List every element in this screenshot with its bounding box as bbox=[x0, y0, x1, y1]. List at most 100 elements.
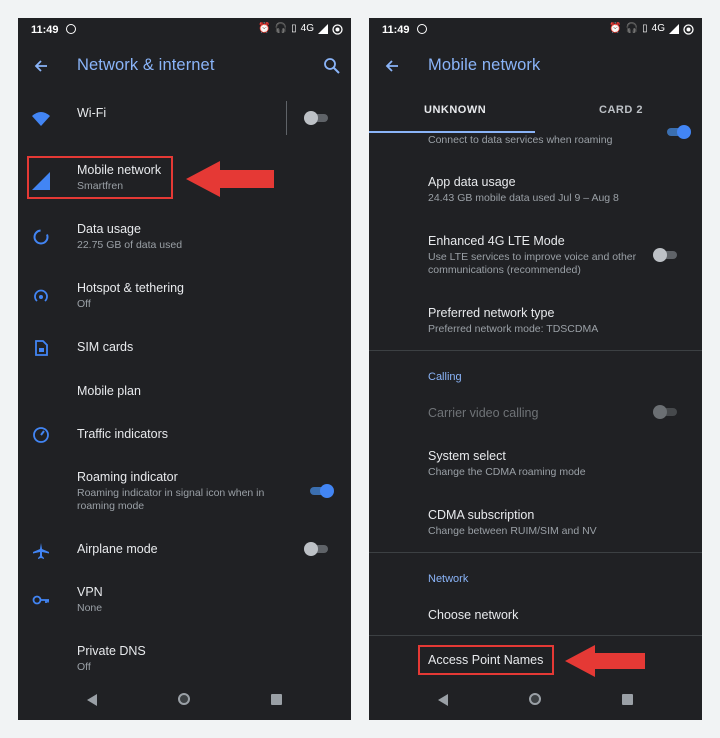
speedometer-icon bbox=[33, 427, 49, 443]
setting-title: VPN bbox=[77, 585, 103, 599]
alarm-icon: ⏰ bbox=[258, 23, 271, 34]
setting-subtitle: Off bbox=[77, 661, 91, 673]
status-bar: 11:49 ⏰ 🎧 ▯ 4G bbox=[369, 18, 702, 44]
setting-wifi[interactable]: Wi-Fi bbox=[18, 101, 351, 152]
sim-card-icon bbox=[35, 340, 48, 356]
setting-title: Hotspot & tethering bbox=[77, 281, 185, 295]
setting-hotspot[interactable]: Hotspot & tethering Off bbox=[18, 281, 351, 321]
setting-private-dns[interactable]: Private DNS Off bbox=[18, 644, 351, 684]
airplane-icon bbox=[33, 543, 49, 559]
setting-data-roaming[interactable]: Connect to data services when roaming bbox=[369, 125, 702, 152]
right-phone-screen: 11:49 ⏰ 🎧 ▯ 4G Mobile network UNKNOWN CA… bbox=[369, 18, 702, 720]
wifi-toggle[interactable] bbox=[304, 111, 330, 125]
page-title: Network & internet bbox=[77, 56, 215, 74]
section-header-calling: Calling bbox=[428, 371, 462, 383]
roaming-indicator-toggle[interactable] bbox=[308, 484, 334, 498]
setting-sim-cards[interactable]: SIM cards bbox=[18, 339, 351, 369]
nav-recents-icon[interactable] bbox=[622, 694, 633, 705]
nav-back-icon[interactable] bbox=[87, 694, 97, 706]
setting-subtitle: Change the CDMA roaming mode bbox=[428, 466, 586, 478]
status-icons: ⏰ 🎧 ▯ 4G bbox=[609, 23, 694, 35]
app-bar: Network & internet bbox=[18, 48, 351, 86]
setting-title: Carrier video calling bbox=[428, 406, 539, 420]
setting-title: App data usage bbox=[428, 175, 516, 189]
setting-subtitle: Connect to data services when roaming bbox=[428, 134, 613, 146]
status-time: 11:49 bbox=[31, 24, 59, 36]
setting-traffic-indicators[interactable]: Traffic indicators bbox=[18, 426, 351, 456]
annotation-arrow-icon bbox=[186, 161, 274, 197]
setting-title: Private DNS bbox=[77, 644, 146, 658]
enhanced-4g-lte-toggle[interactable] bbox=[653, 248, 679, 262]
left-phone-screen: 11:49 ⏰ 🎧 ▯ 4G Network & internet Wi-Fi bbox=[18, 18, 351, 720]
wifi-icon bbox=[32, 112, 50, 126]
vibrate-icon: ▯ bbox=[291, 23, 297, 34]
headset-icon: 🎧 bbox=[274, 23, 288, 34]
tab-unknown[interactable]: UNKNOWN bbox=[424, 104, 486, 116]
section-header-network: Network bbox=[428, 573, 469, 585]
nav-home-icon[interactable] bbox=[529, 693, 541, 705]
whatsapp-notification-icon bbox=[66, 24, 76, 34]
setting-title: Roaming indicator bbox=[77, 470, 178, 484]
setting-subtitle: Use LTE services to improve voice and ot… bbox=[428, 251, 637, 276]
setting-subtitle: 22.75 GB of data used bbox=[77, 239, 183, 251]
alarm-icon: ⏰ bbox=[609, 23, 622, 34]
setting-title: Choose network bbox=[428, 608, 519, 622]
setting-airplane-mode[interactable]: Airplane mode bbox=[18, 541, 351, 571]
whatsapp-notification-icon bbox=[417, 24, 427, 34]
sim-tabs: UNKNOWN CARD 2 bbox=[369, 98, 702, 134]
back-arrow-icon[interactable] bbox=[32, 57, 50, 75]
battery-icon bbox=[332, 23, 343, 35]
airplane-mode-toggle[interactable] bbox=[304, 542, 330, 556]
setting-subtitle: Preferred network mode: TDSCDMA bbox=[428, 323, 599, 335]
signal-icon bbox=[669, 24, 679, 34]
divider-line bbox=[286, 101, 287, 135]
setting-subtitle: None bbox=[77, 602, 103, 614]
setting-cdma-subscription[interactable]: CDMA subscription Change between RUIM/SI… bbox=[369, 508, 702, 544]
carrier-video-calling-toggle[interactable] bbox=[653, 405, 679, 419]
status-bar: 11:49 ⏰ 🎧 ▯ 4G bbox=[18, 18, 351, 44]
setting-app-data-usage[interactable]: App data usage 24.43 GB mobile data used… bbox=[369, 175, 702, 211]
status-time: 11:49 bbox=[382, 24, 410, 36]
setting-title: Wi-Fi bbox=[77, 106, 107, 120]
section-divider bbox=[369, 350, 702, 351]
nav-recents-icon[interactable] bbox=[271, 694, 282, 705]
app-bar: Mobile network bbox=[369, 48, 702, 86]
setting-carrier-video-calling[interactable]: Carrier video calling bbox=[369, 405, 702, 431]
network-type-label: 4G bbox=[651, 23, 665, 34]
setting-vpn[interactable]: VPN None bbox=[18, 585, 351, 625]
setting-title: Data usage bbox=[77, 222, 141, 236]
setting-preferred-network-type[interactable]: Preferred network type Preferred network… bbox=[369, 306, 702, 342]
setting-title: Mobile plan bbox=[77, 384, 141, 398]
nav-back-icon[interactable] bbox=[438, 694, 448, 706]
setting-subtitle: 24.43 GB mobile data used Jul 9 – Aug 8 bbox=[428, 192, 619, 204]
search-icon[interactable] bbox=[323, 57, 341, 75]
back-arrow-icon[interactable] bbox=[383, 57, 401, 75]
setting-subtitle: Change between RUIM/SIM and NV bbox=[428, 525, 597, 537]
highlight-box bbox=[27, 156, 173, 199]
data-roaming-toggle[interactable] bbox=[665, 125, 691, 139]
page-title: Mobile network bbox=[428, 56, 541, 74]
setting-subtitle: Roaming indicator in signal icon when in… bbox=[77, 487, 265, 512]
data-usage-icon bbox=[33, 229, 49, 245]
setting-choose-network[interactable]: Choose network bbox=[369, 608, 702, 634]
vpn-key-icon bbox=[32, 595, 49, 605]
setting-data-usage[interactable]: Data usage 22.75 GB of data used bbox=[18, 222, 351, 262]
setting-system-select[interactable]: System select Change the CDMA roaming mo… bbox=[369, 449, 702, 485]
setting-roaming-indicator[interactable]: Roaming indicator Roaming indicator in s… bbox=[18, 470, 351, 520]
nav-home-icon[interactable] bbox=[178, 693, 190, 705]
status-icons: ⏰ 🎧 ▯ 4G bbox=[258, 23, 343, 35]
setting-title: Enhanced 4G LTE Mode bbox=[428, 234, 565, 248]
setting-enhanced-4g-lte[interactable]: Enhanced 4G LTE Mode Use LTE services to… bbox=[369, 234, 702, 280]
highlight-box bbox=[418, 645, 554, 675]
signal-icon bbox=[318, 24, 328, 34]
setting-mobile-plan[interactable]: Mobile plan bbox=[18, 383, 351, 413]
section-divider bbox=[369, 552, 702, 553]
network-type-label: 4G bbox=[300, 23, 314, 34]
setting-title: CDMA subscription bbox=[428, 508, 535, 522]
tab-indicator bbox=[369, 131, 535, 133]
setting-title: Airplane mode bbox=[77, 542, 158, 556]
headset-icon: 🎧 bbox=[625, 23, 639, 34]
setting-subtitle: Off bbox=[77, 298, 91, 310]
annotation-arrow-icon bbox=[565, 645, 645, 677]
tab-card-2[interactable]: CARD 2 bbox=[599, 104, 643, 116]
